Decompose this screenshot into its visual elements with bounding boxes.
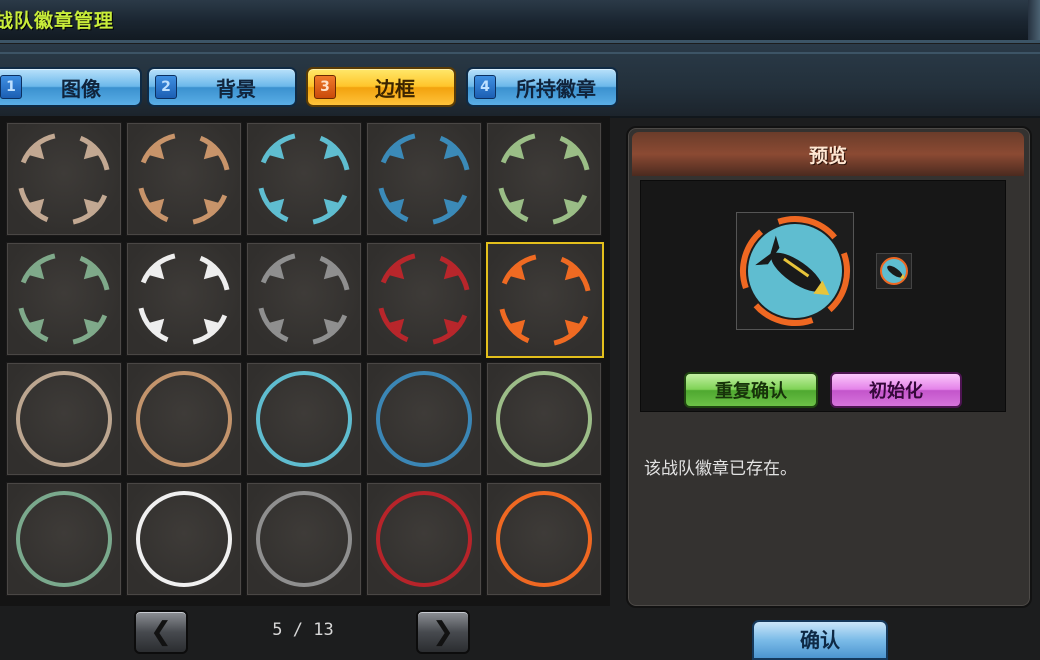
tab-number: 4 bbox=[474, 75, 496, 99]
arrow-frame-option[interactable] bbox=[486, 122, 602, 236]
arrow-frame-icon bbox=[499, 254, 591, 346]
prev-page-button[interactable]: ❮ bbox=[134, 610, 188, 654]
ring-frame-icon bbox=[136, 371, 232, 467]
tab-number: 2 bbox=[155, 75, 177, 99]
frame-ring bbox=[16, 491, 112, 587]
frame-ring bbox=[256, 371, 352, 467]
tab-label: 背景 bbox=[216, 76, 256, 101]
arrow-frame-option[interactable] bbox=[486, 242, 604, 358]
window-title: 战队徽章管理 bbox=[0, 10, 115, 32]
arrow-frame-option[interactable] bbox=[366, 122, 482, 236]
page-indicator: 5 / 13 bbox=[272, 620, 334, 640]
preview-title: 预览 bbox=[808, 145, 847, 167]
arrow-frame-icon bbox=[258, 133, 350, 225]
ring-frame-icon bbox=[16, 491, 112, 587]
tab-frame[interactable]: 3 边框 bbox=[306, 67, 456, 107]
tab-background[interactable]: 2 背景 bbox=[147, 67, 297, 107]
ring-frame-option[interactable] bbox=[246, 362, 362, 476]
frame-ring bbox=[376, 491, 472, 587]
tab-owned-badges[interactable]: 4 所持徽章 bbox=[466, 67, 618, 107]
badge-preview-large bbox=[736, 212, 854, 330]
arrow-frame-option[interactable] bbox=[6, 242, 122, 356]
arrow-frame-option[interactable] bbox=[126, 242, 242, 356]
ring-frame-icon bbox=[256, 491, 352, 587]
chevron-left-icon: ❮ bbox=[150, 617, 172, 647]
frame-ring bbox=[136, 371, 232, 467]
arrow-frame-option[interactable] bbox=[126, 122, 242, 236]
arrow-frame-icon bbox=[258, 253, 350, 345]
frame-ring bbox=[256, 491, 352, 587]
frame-grid bbox=[0, 116, 610, 606]
ring-frame-option[interactable] bbox=[6, 482, 122, 596]
arrow-frame-icon bbox=[378, 253, 470, 345]
arrow-frame-option[interactable] bbox=[6, 122, 122, 236]
ring-frame-icon bbox=[496, 491, 592, 587]
frame-ring bbox=[496, 371, 592, 467]
tab-number: 1 bbox=[0, 75, 22, 99]
missile-icon bbox=[880, 257, 908, 285]
ring-frame-icon bbox=[376, 491, 472, 587]
arrow-frame-icon bbox=[18, 133, 110, 225]
arrow-frame-icon bbox=[18, 253, 110, 345]
tab-label: 所持徽章 bbox=[516, 76, 596, 101]
ring-frame-icon bbox=[256, 371, 352, 467]
arrow-frame-icon bbox=[138, 133, 230, 225]
ring-frame-option[interactable] bbox=[486, 482, 602, 596]
ring-frame-icon bbox=[496, 371, 592, 467]
arrow-frame-icon bbox=[138, 253, 230, 345]
tab-strip-line bbox=[0, 52, 1040, 54]
tab-image[interactable]: 1 图像 bbox=[0, 67, 142, 107]
preview-header: 预览 bbox=[632, 132, 1024, 176]
status-message: 该战队徽章已存在。 bbox=[644, 459, 797, 479]
frame-ring bbox=[496, 491, 592, 587]
ring-frame-option[interactable] bbox=[126, 362, 242, 476]
arrow-frame-option[interactable] bbox=[246, 122, 362, 236]
title-bar: 战队徽章管理 bbox=[0, 0, 1040, 43]
frame-ring bbox=[376, 371, 472, 467]
arrow-frame-icon bbox=[378, 133, 470, 225]
frame-ring bbox=[16, 371, 112, 467]
missile-icon bbox=[740, 216, 850, 326]
ring-frame-option[interactable] bbox=[246, 482, 362, 596]
arrow-frame-option[interactable] bbox=[366, 242, 482, 356]
ring-frame-option[interactable] bbox=[486, 362, 602, 476]
badge-preview-small bbox=[876, 253, 912, 289]
chevron-right-icon: ❯ bbox=[432, 617, 454, 647]
arrow-frame-icon bbox=[498, 133, 590, 225]
title-bar-edge bbox=[1028, 0, 1040, 40]
ring-frame-option[interactable] bbox=[126, 482, 242, 596]
reconfirm-button[interactable]: 重复确认 bbox=[684, 372, 818, 408]
ring-frame-option[interactable] bbox=[6, 362, 122, 476]
ring-frame-option[interactable] bbox=[366, 362, 482, 476]
confirm-button[interactable]: 确认 bbox=[752, 620, 888, 660]
tab-label: 边框 bbox=[375, 76, 415, 101]
tab-label: 图像 bbox=[61, 76, 101, 101]
ring-frame-icon bbox=[136, 491, 232, 587]
reset-button[interactable]: 初始化 bbox=[830, 372, 962, 408]
ring-frame-option[interactable] bbox=[366, 482, 482, 596]
next-page-button[interactable]: ❯ bbox=[416, 610, 470, 654]
ring-frame-icon bbox=[376, 371, 472, 467]
arrow-frame-option[interactable] bbox=[246, 242, 362, 356]
tab-number: 3 bbox=[314, 75, 336, 99]
frame-ring bbox=[136, 491, 232, 587]
ring-frame-icon bbox=[16, 371, 112, 467]
